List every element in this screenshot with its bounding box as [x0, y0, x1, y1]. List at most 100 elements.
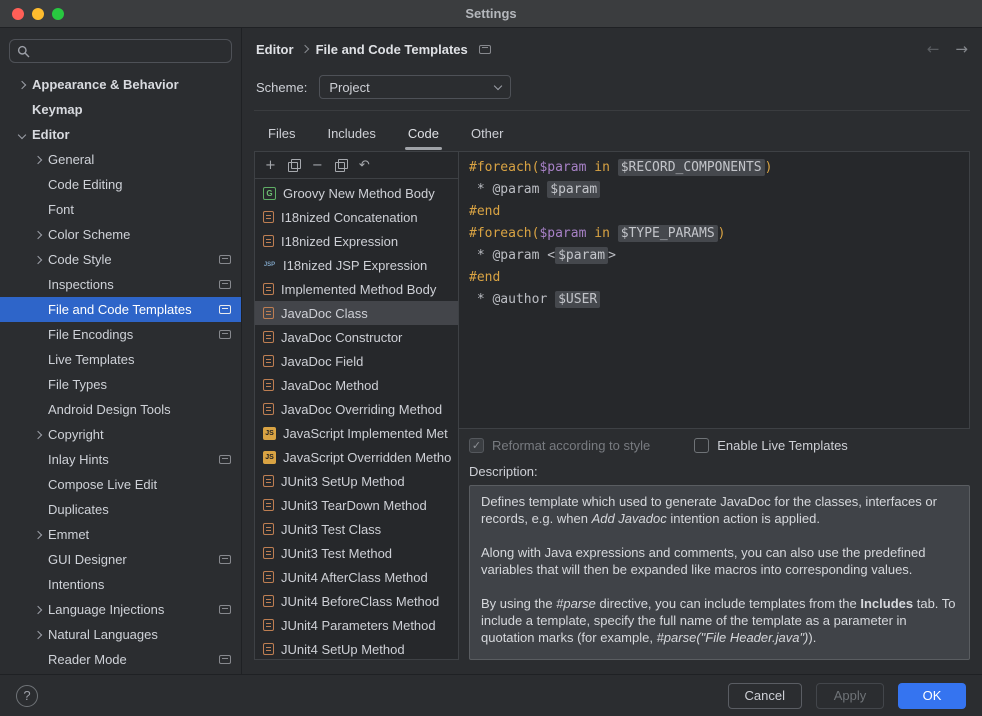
template-editor[interactable]: #foreach($param in $RECORD_COMPONENTS) *… [459, 151, 970, 429]
template-item-groovy-new-method-body[interactable]: GGroovy New Method Body [255, 181, 458, 205]
template-item-junit4-beforeclass-method[interactable]: JUnit4 BeforeClass Method [255, 589, 458, 613]
sidebar-item-emmet[interactable]: Emmet [0, 522, 241, 547]
template-item-junit3-test-class[interactable]: JUnit3 Test Class [255, 517, 458, 541]
sidebar-item-gui-designer[interactable]: GUI Designer [0, 547, 241, 572]
remove-template-icon[interactable]: − [312, 159, 323, 172]
sidebar-item-code-editing[interactable]: Code Editing [0, 172, 241, 197]
code-line: #foreach($param in $RECORD_COMPONENTS) [469, 157, 969, 179]
sidebar-item-file-encodings[interactable]: File Encodings [0, 322, 241, 347]
add-template-icon[interactable]: + [265, 159, 276, 172]
sidebar-item-compose-live-edit[interactable]: Compose Live Edit [0, 472, 241, 497]
template-item-junit3-test-method[interactable]: JUnit3 Test Method [255, 541, 458, 565]
template-item-i18nized-expression[interactable]: I18nized Expression [255, 229, 458, 253]
chevron-right-icon[interactable] [28, 532, 48, 538]
code-line: #end [469, 267, 969, 289]
help-button[interactable]: ? [16, 685, 38, 707]
sidebar-item-appearance-behavior[interactable]: Appearance & Behavior [0, 72, 241, 97]
template-file-icon [263, 379, 274, 391]
back-arrow-icon[interactable]: ← [927, 40, 940, 58]
enable-live-templates-checkbox[interactable] [694, 438, 709, 453]
sidebar-item-file-and-code-templates[interactable]: File and Code Templates [0, 297, 241, 322]
in-editor-settings-icon [219, 305, 231, 314]
chevron-right-icon[interactable] [28, 632, 48, 638]
chevron-right-icon[interactable] [28, 257, 48, 263]
sidebar-item-label: Code Style [48, 252, 219, 267]
template-file-icon [263, 595, 274, 607]
settings-search[interactable] [9, 39, 232, 63]
template-item-junit4-afterclass-method[interactable]: JUnit4 AfterClass Method [255, 565, 458, 589]
sidebar-item-label: Emmet [48, 527, 231, 542]
sidebar-item-inspections[interactable]: Inspections [0, 272, 241, 297]
template-item-label: JavaDoc Class [281, 306, 368, 321]
sidebar-item-natural-languages[interactable]: Natural Languages [0, 622, 241, 647]
tab-other[interactable]: Other [471, 126, 504, 151]
sidebar-item-file-types[interactable]: File Types [0, 372, 241, 397]
close-window-icon[interactable] [12, 8, 24, 20]
template-item-i18nized-concatenation[interactable]: I18nized Concatenation [255, 205, 458, 229]
cancel-button[interactable]: Cancel [728, 683, 802, 709]
breadcrumb-editor[interactable]: Editor [256, 42, 294, 57]
description-box[interactable]: Defines template which used to generate … [469, 485, 970, 660]
template-item-javadoc-constructor[interactable]: JavaDoc Constructor [255, 325, 458, 349]
template-item-javascript-implemented-met[interactable]: JSJavaScript Implemented Met [255, 421, 458, 445]
enable-live-templates-label[interactable]: Enable Live Templates [717, 438, 848, 453]
duplicate-template-icon[interactable] [335, 159, 347, 171]
template-item-javadoc-field[interactable]: JavaDoc Field [255, 349, 458, 373]
reset-to-default-icon[interactable]: ↶ [359, 159, 370, 172]
tab-includes[interactable]: Includes [327, 126, 375, 151]
scheme-select[interactable]: Project [319, 75, 511, 99]
settings-tree: Appearance & BehaviorKeymapEditorGeneral… [0, 70, 241, 674]
sidebar-item-keymap[interactable]: Keymap [0, 97, 241, 122]
forward-arrow-icon[interactable]: → [955, 40, 968, 58]
window-controls [12, 8, 64, 20]
template-item-javadoc-class[interactable]: JavaDoc Class [255, 301, 458, 325]
sidebar-item-live-templates[interactable]: Live Templates [0, 347, 241, 372]
code-line: #foreach($param in $TYPE_PARAMS) [469, 223, 969, 245]
template-item-junit3-teardown-method[interactable]: JUnit3 TearDown Method [255, 493, 458, 517]
sidebar-item-color-scheme[interactable]: Color Scheme [0, 222, 241, 247]
chevron-down-icon[interactable] [12, 132, 32, 138]
sidebar-item-duplicates[interactable]: Duplicates [0, 497, 241, 522]
search-input[interactable] [35, 43, 224, 60]
chevron-right-icon[interactable] [28, 432, 48, 438]
template-item-javadoc-method[interactable]: JavaDoc Method [255, 373, 458, 397]
in-editor-settings-icon [219, 605, 231, 614]
sidebar-item-inlay-hints[interactable]: Inlay Hints [0, 447, 241, 472]
template-item-junit4-parameters-method[interactable]: JUnit4 Parameters Method [255, 613, 458, 637]
breadcrumb-file-and-code-templates[interactable]: File and Code Templates [316, 42, 468, 57]
template-item-label: JavaScript Overridden Metho [283, 450, 451, 465]
chevron-right-icon[interactable] [28, 157, 48, 163]
template-item-i18nized-jsp-expression[interactable]: JSPI18nized JSP Expression [255, 253, 458, 277]
sidebar-item-label: Compose Live Edit [48, 477, 231, 492]
minimize-window-icon[interactable] [32, 8, 44, 20]
sidebar-item-reader-mode[interactable]: Reader Mode [0, 647, 241, 672]
sidebar-item-code-style[interactable]: Code Style [0, 247, 241, 272]
template-item-javascript-overridden-metho[interactable]: JSJavaScript Overridden Metho [255, 445, 458, 469]
chevron-right-icon[interactable] [28, 232, 48, 238]
template-file-icon [263, 283, 274, 295]
in-editor-settings-icon [219, 455, 231, 464]
template-item-implemented-method-body[interactable]: Implemented Method Body [255, 277, 458, 301]
reformat-checkbox[interactable]: ✓ [469, 438, 484, 453]
ok-button[interactable]: OK [898, 683, 966, 709]
reformat-checkbox-label[interactable]: Reformat according to style [492, 438, 650, 453]
code-line: * @author $USER [469, 289, 969, 311]
copy-template-icon[interactable] [288, 159, 300, 171]
template-item-label: JavaScript Implemented Met [283, 426, 448, 441]
sidebar-item-intentions[interactable]: Intentions [0, 572, 241, 597]
tab-files[interactable]: Files [268, 126, 295, 151]
sidebar-item-editor[interactable]: Editor [0, 122, 241, 147]
apply-button[interactable]: Apply [816, 683, 884, 709]
chevron-right-icon[interactable] [28, 607, 48, 613]
sidebar-item-android-design-tools[interactable]: Android Design Tools [0, 397, 241, 422]
template-item-junit3-setup-method[interactable]: JUnit3 SetUp Method [255, 469, 458, 493]
sidebar-item-font[interactable]: Font [0, 197, 241, 222]
zoom-window-icon[interactable] [52, 8, 64, 20]
sidebar-item-copyright[interactable]: Copyright [0, 422, 241, 447]
template-item-javadoc-overriding-method[interactable]: JavaDoc Overriding Method [255, 397, 458, 421]
chevron-right-icon[interactable] [12, 82, 32, 88]
template-item-junit4-setup-method[interactable]: JUnit4 SetUp Method [255, 637, 458, 659]
tab-code[interactable]: Code [408, 126, 439, 151]
sidebar-item-general[interactable]: General [0, 147, 241, 172]
sidebar-item-language-injections[interactable]: Language Injections [0, 597, 241, 622]
